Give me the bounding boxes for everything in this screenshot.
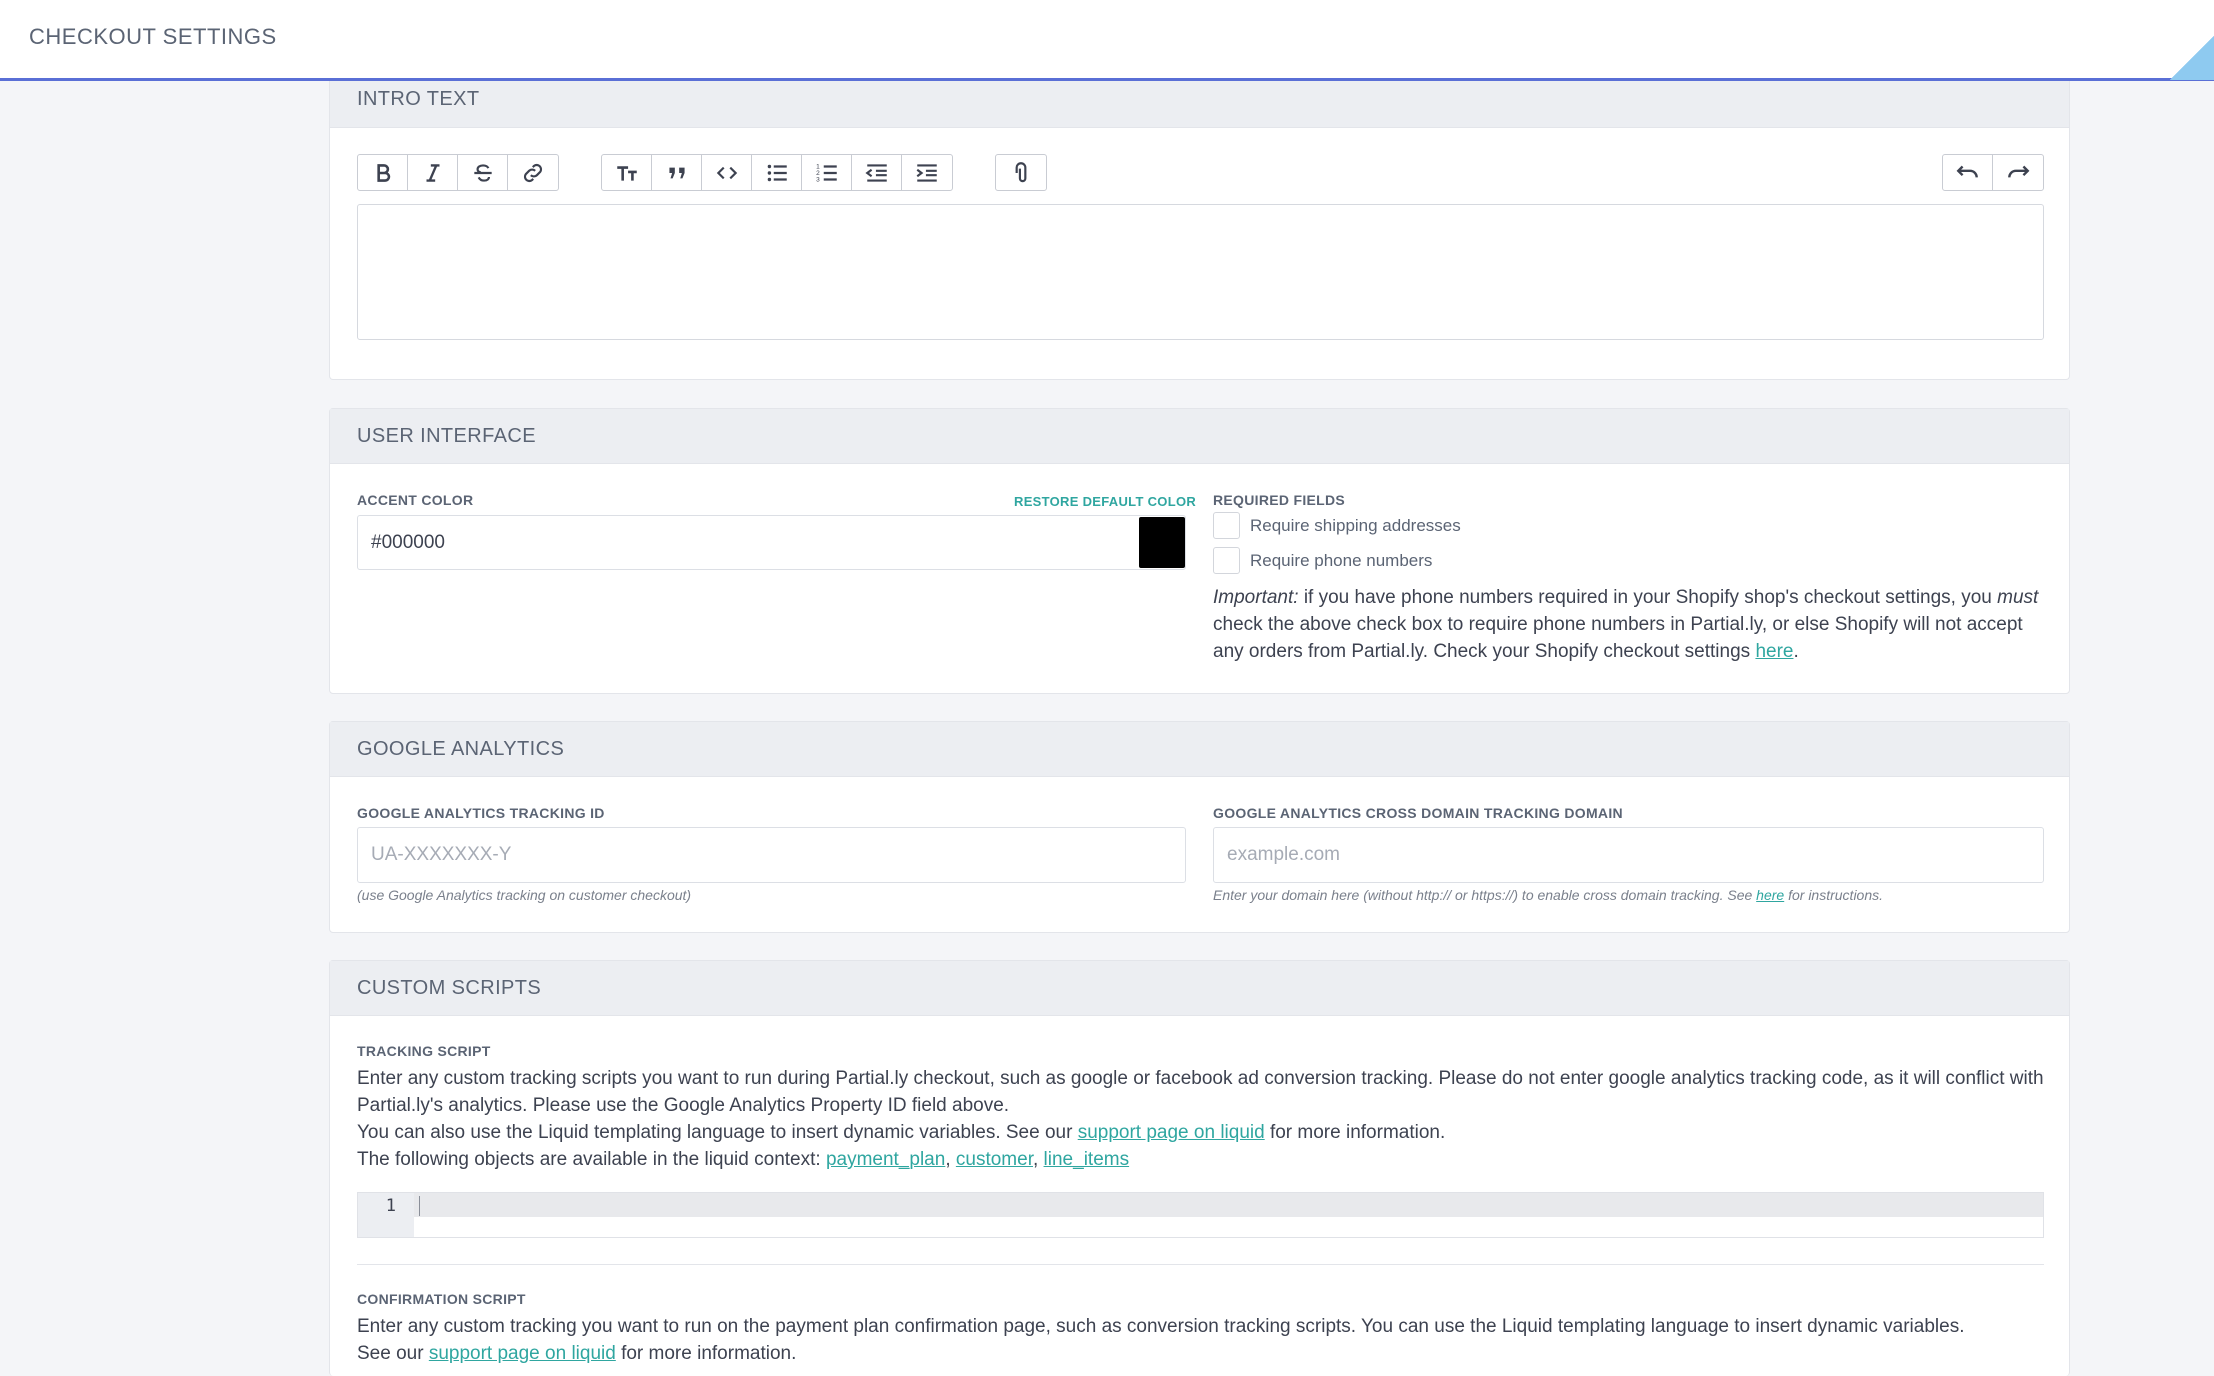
custom-scripts-header: CUSTOM SCRIPTS	[330, 961, 2069, 1016]
confirmation-script-description: Enter any custom tracking you want to ru…	[357, 1313, 2047, 1367]
important-text-1: if you have phone numbers required in yo…	[1298, 587, 1998, 608]
page-title: CHECKOUT SETTINGS	[29, 24, 277, 49]
user-interface-header: USER INTERFACE	[330, 409, 2069, 464]
cross-domain-label: GOOGLE ANALYTICS CROSS DOMAIN TRACKING D…	[1213, 805, 1623, 821]
confirmation-desc-2-pre: See our	[357, 1343, 429, 1364]
tracking-script-description: Enter any custom tracking scripts you wa…	[357, 1065, 2047, 1173]
restore-default-color-link[interactable]: RESTORE DEFAULT COLOR	[1014, 494, 1196, 509]
history-toolbar-group	[1942, 154, 2044, 191]
intro-text-editor[interactable]	[357, 204, 2044, 340]
confirmation-desc-1: Enter any custom tracking you want to ru…	[357, 1316, 1965, 1337]
confirmation-liquid-support-link[interactable]: support page on liquid	[429, 1343, 616, 1364]
liquid-object-line-items[interactable]: line_items	[1044, 1149, 1130, 1170]
italic-icon[interactable]	[408, 155, 458, 190]
active-code-line[interactable]	[414, 1193, 2043, 1217]
google-analytics-panel: GOOGLE ANALYTICS GOOGLE ANALYTICS TRACKI…	[329, 721, 2070, 933]
user-interface-panel: USER INTERFACE ACCENT COLOR RESTORE DEFA…	[329, 408, 2070, 694]
cross-domain-hint-text-2: for instructions.	[1784, 887, 1884, 903]
block-toolbar-group: 123	[601, 154, 953, 191]
numbered-list-icon[interactable]: 123	[802, 155, 852, 190]
require-shipping-checkbox[interactable]	[1213, 512, 1240, 539]
custom-scripts-panel: CUSTOM SCRIPTS TRACKING SCRIPT Enter any…	[329, 960, 2070, 1376]
shopify-checkout-settings-link[interactable]: here	[1755, 641, 1793, 662]
confirmation-script-label: CONFIRMATION SCRIPT	[357, 1291, 526, 1307]
tracking-desc-3: The following objects are available in t…	[357, 1146, 2047, 1173]
liquid-object-separator: ,	[1032, 1149, 1044, 1170]
top-bar: CHECKOUT SETTINGS	[0, 0, 2214, 81]
tracking-desc-1: Enter any custom tracking scripts you wa…	[357, 1068, 2044, 1116]
tracking-script-code-editor[interactable]: 1	[357, 1192, 2044, 1238]
tracking-id-input[interactable]	[357, 827, 1186, 883]
require-phone-row[interactable]: Require phone numbers	[1213, 547, 1432, 574]
format-toolbar-group	[357, 154, 559, 191]
confirmation-desc-2: See our support page on liquid for more …	[357, 1340, 2047, 1367]
line-number: 1	[358, 1193, 414, 1237]
cross-domain-instructions-link[interactable]: here	[1756, 887, 1784, 903]
tracking-desc-2: You can also use the Liquid templating l…	[357, 1119, 2047, 1146]
quote-icon[interactable]	[652, 155, 702, 190]
tracking-script-label: TRACKING SCRIPT	[357, 1043, 491, 1059]
outdent-icon[interactable]	[852, 155, 902, 190]
important-text-2: check the above check box to require pho…	[1213, 614, 2023, 662]
heading-icon[interactable]	[602, 155, 652, 190]
bullet-list-icon[interactable]	[752, 155, 802, 190]
section-divider	[357, 1264, 2044, 1265]
accent-color-swatch[interactable]	[1139, 517, 1185, 568]
important-end: .	[1793, 641, 1799, 662]
require-phone-checkbox[interactable]	[1213, 547, 1240, 574]
require-shipping-row[interactable]: Require shipping addresses	[1213, 512, 1461, 539]
cross-domain-hint-text-1: Enter your domain here (without http:// …	[1213, 887, 1757, 903]
accent-color-input[interactable]	[357, 515, 1186, 570]
text-cursor	[419, 1196, 420, 1216]
cross-domain-input[interactable]	[1213, 827, 2044, 883]
tracking-id-label: GOOGLE ANALYTICS TRACKING ID	[357, 805, 605, 821]
important-must: must	[1997, 587, 2039, 608]
important-note: Important: if you have phone numbers req…	[1213, 584, 2053, 665]
corner-decoration	[2170, 36, 2214, 80]
liquid-object-separator: ,	[945, 1149, 956, 1170]
svg-text:3: 3	[816, 176, 820, 183]
google-analytics-header: GOOGLE ANALYTICS	[330, 722, 2069, 777]
undo-icon[interactable]	[1943, 155, 1993, 190]
attach-toolbar-group	[995, 154, 1047, 191]
accent-color-label: ACCENT COLOR	[357, 492, 474, 508]
code-icon[interactable]	[702, 155, 752, 190]
bold-icon[interactable]	[358, 155, 408, 190]
cross-domain-hint: Enter your domain here (without http:// …	[1213, 887, 1883, 903]
tracking-id-hint: (use Google Analytics tracking on custom…	[357, 887, 692, 903]
tracking-desc-3-pre: The following objects are available in t…	[357, 1149, 826, 1170]
liquid-support-link[interactable]: support page on liquid	[1078, 1122, 1265, 1143]
tracking-desc-2-post: for more information.	[1264, 1122, 1446, 1143]
indent-icon[interactable]	[902, 155, 952, 190]
paperclip-icon[interactable]	[996, 155, 1046, 190]
require-phone-label: Require phone numbers	[1250, 550, 1433, 570]
liquid-object-customer[interactable]: customer	[956, 1149, 1033, 1170]
required-fields-label: REQUIRED FIELDS	[1213, 492, 1346, 508]
important-prefix: Important:	[1213, 587, 1299, 608]
confirmation-desc-2-post: for more information.	[615, 1343, 797, 1364]
tracking-desc-2-pre: You can also use the Liquid templating l…	[357, 1122, 1078, 1143]
liquid-object-payment-plan[interactable]: payment_plan	[826, 1149, 945, 1170]
intro-text-panel: INTRO TEXT 123	[329, 64, 2070, 380]
require-shipping-label: Require shipping addresses	[1250, 515, 1461, 535]
strikethrough-icon[interactable]	[458, 155, 508, 190]
redo-icon[interactable]	[1993, 155, 2043, 190]
link-icon[interactable]	[508, 155, 558, 190]
